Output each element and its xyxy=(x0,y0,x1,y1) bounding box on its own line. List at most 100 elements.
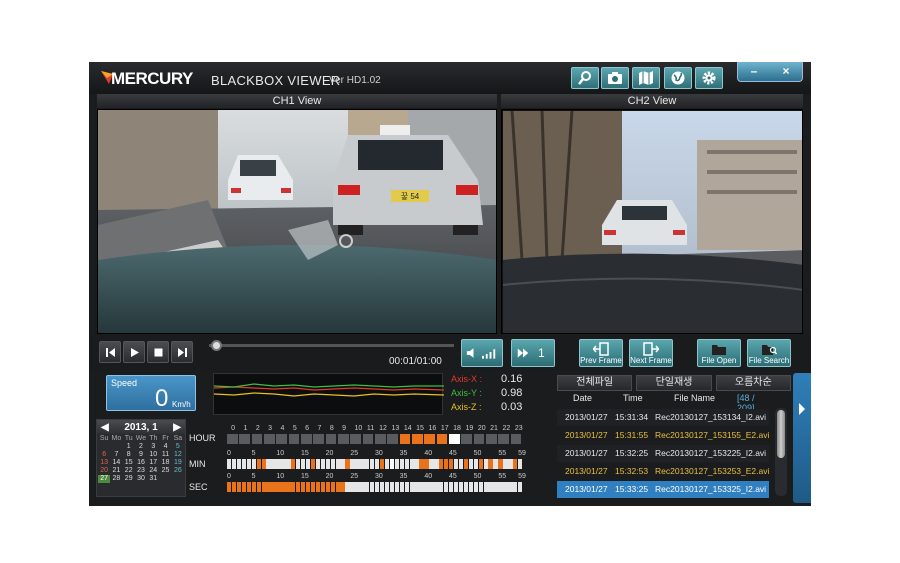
min-cell[interactable] xyxy=(227,459,232,469)
min-cell[interactable] xyxy=(375,459,380,469)
sec-cell[interactable] xyxy=(305,482,311,492)
sec-cell[interactable] xyxy=(414,482,419,492)
hour-cell[interactable] xyxy=(387,434,399,444)
hour-cell[interactable] xyxy=(239,434,251,444)
hour-cell[interactable] xyxy=(375,434,386,444)
sec-cell[interactable] xyxy=(434,482,439,492)
min-cell[interactable] xyxy=(503,459,508,469)
sec-cell[interactable] xyxy=(493,482,498,492)
min-cell[interactable] xyxy=(256,459,261,469)
min-cell[interactable] xyxy=(409,459,414,469)
file-row[interactable]: 2013/01/27 15:32:53 Rec20130127_153253_E2.… xyxy=(557,463,769,480)
calendar-day[interactable]: 29 xyxy=(123,475,135,483)
sec-cell[interactable] xyxy=(508,482,513,492)
calendar-day[interactable]: 9 xyxy=(135,451,147,459)
min-cell[interactable] xyxy=(518,459,523,469)
seek-track[interactable] xyxy=(209,344,454,347)
calendar-day[interactable]: 10 xyxy=(147,451,159,459)
min-cell[interactable] xyxy=(498,459,503,469)
side-panel-toggle[interactable] xyxy=(793,373,811,503)
min-cell[interactable] xyxy=(301,459,306,469)
sec-cell[interactable] xyxy=(320,482,326,492)
hour-cell[interactable] xyxy=(449,434,460,444)
sec-cell[interactable] xyxy=(513,482,518,492)
min-cell[interactable] xyxy=(424,459,429,469)
sec-cell[interactable] xyxy=(370,482,375,492)
min-cell[interactable] xyxy=(276,459,281,469)
calendar-day[interactable]: 16 xyxy=(135,459,147,467)
min-cell[interactable] xyxy=(434,459,439,469)
scrollbar-thumb[interactable] xyxy=(777,410,785,458)
calendar-day[interactable]: 28 xyxy=(110,475,122,483)
calendar-day[interactable]: 22 xyxy=(123,467,135,475)
min-cell[interactable] xyxy=(355,459,360,469)
min-cell[interactable] xyxy=(508,459,513,469)
calendar-day[interactable]: 13 xyxy=(98,459,110,467)
sec-cell[interactable] xyxy=(296,482,301,492)
prev-month-button[interactable]: ◀ xyxy=(101,422,109,433)
sec-cell[interactable] xyxy=(227,482,232,492)
hour-cell[interactable] xyxy=(227,434,238,444)
play-button[interactable] xyxy=(123,341,145,363)
next-month-button[interactable]: ▶ xyxy=(173,422,181,433)
min-cell[interactable] xyxy=(453,459,459,469)
sec-cell[interactable] xyxy=(330,482,335,492)
calendar-day[interactable]: 30 xyxy=(135,475,147,483)
calendar-day[interactable]: 3 xyxy=(147,443,159,451)
calendar-day[interactable]: 21 xyxy=(110,467,122,475)
hour-cell[interactable] xyxy=(510,434,522,444)
hour-cell[interactable] xyxy=(486,434,497,444)
sec-cell[interactable] xyxy=(286,482,291,492)
calendar-day[interactable]: 2 xyxy=(135,443,147,451)
sec-cell[interactable] xyxy=(444,482,449,492)
hour-cell[interactable] xyxy=(424,434,436,444)
file-row[interactable]: 2013/01/27 15:31:55 Rec20130127_153155_E2.… xyxy=(557,427,769,444)
sec-cell[interactable] xyxy=(281,482,286,492)
min-cell[interactable] xyxy=(325,459,330,469)
sec-cell[interactable] xyxy=(256,482,261,492)
min-cell[interactable] xyxy=(335,459,340,469)
sec-cell[interactable] xyxy=(360,482,365,492)
sec-cell[interactable] xyxy=(310,482,316,492)
sec-cell[interactable] xyxy=(375,482,380,492)
sec-cell[interactable] xyxy=(379,482,385,492)
min-cell[interactable] xyxy=(399,459,404,469)
min-cell[interactable] xyxy=(389,459,395,469)
min-cell[interactable] xyxy=(350,459,355,469)
calendar-day[interactable]: 7 xyxy=(110,451,122,459)
hour-cell[interactable] xyxy=(473,434,485,444)
hour-cell[interactable] xyxy=(436,434,448,444)
file-row[interactable]: 2013/01/27 15:32:25 Rec20130127_153225_I2.… xyxy=(557,445,769,462)
settings-button[interactable] xyxy=(695,67,723,89)
sec-cell[interactable] xyxy=(276,482,281,492)
sec-cell[interactable] xyxy=(241,482,247,492)
min-cell[interactable] xyxy=(305,459,311,469)
min-cell[interactable] xyxy=(246,459,252,469)
sec-cell[interactable] xyxy=(419,482,424,492)
min-cell[interactable] xyxy=(419,459,424,469)
calendar-day[interactable]: 8 xyxy=(123,451,135,459)
calendar-day[interactable]: 4 xyxy=(159,443,171,451)
sec-cell[interactable] xyxy=(345,482,350,492)
min-cell[interactable] xyxy=(340,459,345,469)
hour-cell[interactable] xyxy=(498,434,510,444)
tab-ascending[interactable]: 오름차순 xyxy=(715,375,791,391)
sec-cell[interactable] xyxy=(325,482,330,492)
sec-cell[interactable] xyxy=(518,482,523,492)
min-cell[interactable] xyxy=(463,459,469,469)
sec-cell[interactable] xyxy=(271,482,276,492)
sec-cell[interactable] xyxy=(315,482,321,492)
sec-cell[interactable] xyxy=(458,482,464,492)
calendar-day[interactable]: 31 xyxy=(147,475,159,483)
min-cell[interactable] xyxy=(330,459,335,469)
sec-cell[interactable] xyxy=(429,482,434,492)
sec-cell[interactable] xyxy=(449,482,454,492)
min-cell[interactable] xyxy=(320,459,326,469)
hour-cell[interactable] xyxy=(251,434,263,444)
hour-cell[interactable] xyxy=(350,434,362,444)
calendar-day[interactable]: 6 xyxy=(98,451,110,459)
calendar-day[interactable]: 1 xyxy=(123,443,135,451)
sec-cell[interactable] xyxy=(404,482,409,492)
sec-cell[interactable] xyxy=(384,482,390,492)
tab-single-play[interactable]: 단일재생 xyxy=(636,375,712,391)
